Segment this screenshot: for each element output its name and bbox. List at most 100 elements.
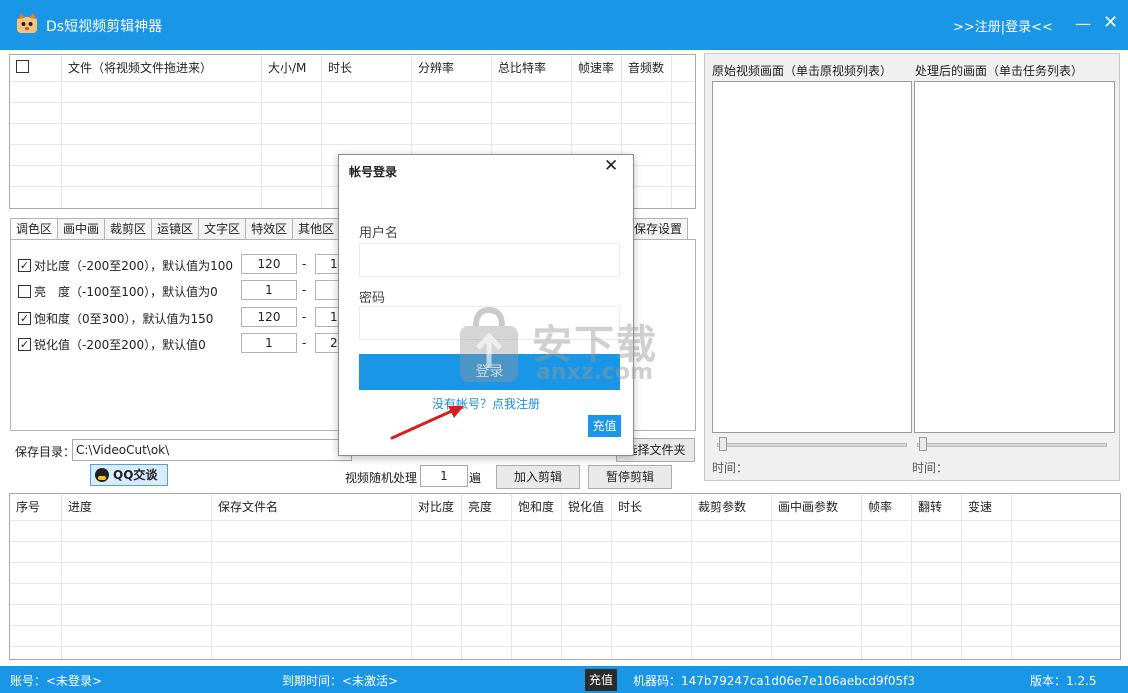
table-cell[interactable] <box>212 626 412 647</box>
statusbar-recharge-button[interactable]: 充值 <box>585 669 618 691</box>
table-cell[interactable] <box>912 626 962 647</box>
table-cell[interactable] <box>412 124 492 145</box>
table-cell[interactable] <box>492 82 572 103</box>
table-cell[interactable] <box>772 521 862 542</box>
column-header[interactable]: 音频数 <box>622 55 672 81</box>
saturation-checkbox[interactable]: ✓ <box>18 311 31 325</box>
tab-crop[interactable]: 裁剪区 <box>105 218 153 240</box>
table-cell[interactable] <box>10 145 62 166</box>
close-window-icon[interactable]: ✕ <box>1103 12 1118 33</box>
table-cell[interactable] <box>62 103 262 124</box>
table-cell[interactable] <box>962 542 1012 563</box>
table-cell[interactable] <box>462 563 512 584</box>
table-cell[interactable] <box>692 542 772 563</box>
table-cell[interactable] <box>1012 647 1120 659</box>
column-header[interactable]: 翻转 <box>912 494 962 520</box>
table-cell[interactable] <box>212 542 412 563</box>
table-cell[interactable] <box>612 542 692 563</box>
table-cell[interactable] <box>612 584 692 605</box>
table-row[interactable] <box>10 541 1120 563</box>
table-cell[interactable] <box>572 124 622 145</box>
column-header[interactable]: 对比度 <box>412 494 462 520</box>
table-cell[interactable] <box>262 187 322 208</box>
column-header[interactable]: 时长 <box>322 55 412 81</box>
table-cell[interactable] <box>10 521 62 542</box>
table-cell[interactable] <box>492 103 572 124</box>
column-header[interactable]: 变速 <box>962 494 1012 520</box>
sharpen-checkbox[interactable]: ✓ <box>18 337 31 351</box>
select-all-checkbox-cell[interactable] <box>10 55 62 81</box>
table-cell[interactable] <box>512 584 562 605</box>
table-cell[interactable] <box>672 145 695 166</box>
tab-camera-motion[interactable]: 运镜区 <box>152 218 200 240</box>
table-cell[interactable] <box>412 605 462 626</box>
contrast-min-input[interactable]: 120 <box>241 254 297 274</box>
table-cell[interactable] <box>512 563 562 584</box>
table-cell[interactable] <box>322 82 412 103</box>
original-slider-handle[interactable] <box>719 437 727 451</box>
table-cell[interactable] <box>462 521 512 542</box>
table-cell[interactable] <box>562 542 612 563</box>
column-header[interactable]: 画中画参数 <box>772 494 862 520</box>
random-count-input[interactable]: 1 <box>420 465 468 487</box>
table-cell[interactable] <box>462 584 512 605</box>
table-cell[interactable] <box>1012 584 1120 605</box>
table-cell[interactable] <box>692 521 772 542</box>
table-cell[interactable] <box>512 605 562 626</box>
table-cell[interactable] <box>912 584 962 605</box>
original-slider-track[interactable] <box>717 443 907 447</box>
table-cell[interactable] <box>62 542 212 563</box>
table-cell[interactable] <box>672 166 695 187</box>
column-header[interactable]: 时长 <box>612 494 692 520</box>
select-all-checkbox[interactable] <box>16 60 29 73</box>
table-cell[interactable] <box>62 605 212 626</box>
table-row[interactable] <box>10 520 1120 542</box>
column-header[interactable]: 裁剪参数 <box>692 494 772 520</box>
processed-slider-track[interactable] <box>917 443 1107 447</box>
column-header[interactable]: 进度 <box>62 494 212 520</box>
table-cell[interactable] <box>62 187 262 208</box>
table-cell[interactable] <box>212 647 412 659</box>
table-cell[interactable] <box>962 647 1012 659</box>
table-row[interactable] <box>10 583 1120 605</box>
column-header[interactable]: 分辨率 <box>412 55 492 81</box>
table-cell[interactable] <box>622 103 672 124</box>
table-cell[interactable] <box>412 647 462 659</box>
table-cell[interactable] <box>10 542 62 563</box>
column-header[interactable]: 文件（将视频文件拖进来） <box>62 55 262 81</box>
brightness-min-input[interactable]: 1 <box>241 280 297 300</box>
table-cell[interactable] <box>962 521 1012 542</box>
tab-save-settings[interactable]: 保存设置 <box>628 218 689 240</box>
dialog-close-icon[interactable]: ✕ <box>604 156 618 176</box>
table-cell[interactable] <box>10 82 62 103</box>
table-cell[interactable] <box>562 626 612 647</box>
pause-edit-button[interactable]: 暂停剪辑 <box>588 465 672 489</box>
table-cell[interactable] <box>462 647 512 659</box>
save-dir-input[interactable]: C:\VideoCut\ok\ <box>72 439 352 461</box>
table-row[interactable] <box>10 123 695 145</box>
table-cell[interactable] <box>462 605 512 626</box>
table-cell[interactable] <box>62 82 262 103</box>
table-cell[interactable] <box>962 563 1012 584</box>
table-cell[interactable] <box>412 584 462 605</box>
table-cell[interactable] <box>10 187 62 208</box>
table-cell[interactable] <box>672 82 695 103</box>
table-cell[interactable] <box>512 626 562 647</box>
table-cell[interactable] <box>322 103 412 124</box>
table-row[interactable] <box>10 81 695 103</box>
table-row[interactable] <box>10 562 1120 584</box>
column-header[interactable]: 帧速率 <box>572 55 622 81</box>
tab-color[interactable]: 调色区 <box>10 218 59 240</box>
table-cell[interactable] <box>262 124 322 145</box>
table-cell[interactable] <box>612 605 692 626</box>
table-cell[interactable] <box>962 605 1012 626</box>
table-cell[interactable] <box>262 166 322 187</box>
table-cell[interactable] <box>612 647 692 659</box>
table-cell[interactable] <box>412 542 462 563</box>
table-row[interactable] <box>10 102 695 124</box>
table-cell[interactable] <box>862 521 912 542</box>
processed-slider-handle[interactable] <box>919 437 927 451</box>
table-cell[interactable] <box>692 605 772 626</box>
table-cell[interactable] <box>10 563 62 584</box>
table-cell[interactable] <box>10 103 62 124</box>
